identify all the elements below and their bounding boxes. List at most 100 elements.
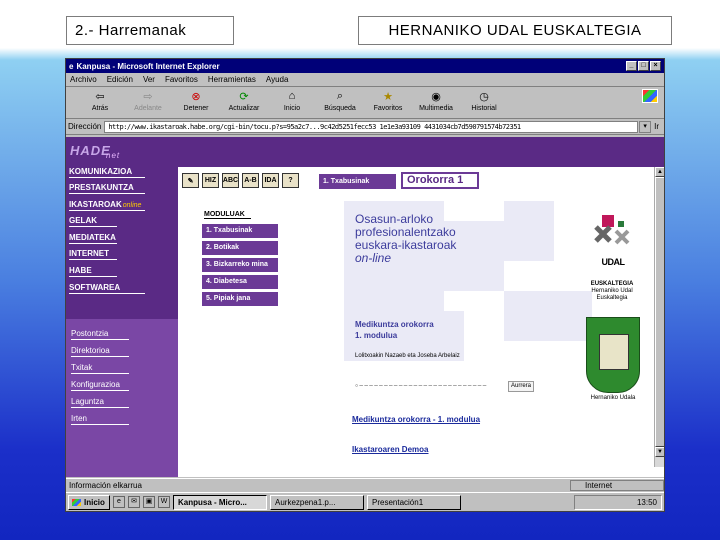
authors-text: Lolitxoakin Nazaeb eta Joseba Arbelaiz [355,353,460,359]
address-label: Dirección [68,122,102,131]
nav-prestakuntza[interactable]: PRESTAKUNTZA [69,183,145,194]
nav-ikastaroak[interactable]: IKASTAROAKonline [69,200,145,211]
habe-logo[interactable]: HADE net [70,143,119,160]
module-item[interactable]: 2. Botikak [202,241,278,255]
nav-konfigurazioa[interactable]: Konfigurazioa [71,380,129,391]
udal-subtitle: EUSKALTEGIA Hernaniko Udal Euskaltegia [590,281,634,301]
nav-internet[interactable]: INTERNET [69,249,117,260]
menu-archivo[interactable]: Archivo [70,75,97,84]
task-aurkezpena[interactable]: Aurkezpena1.p... [270,494,364,510]
page-content: HADE net KOMUNIKAZIOA PRESTAKUNTZA IKASTA… [66,137,664,477]
browser-toolbar: ⇦ Atrás ⇨ Adelante ⊗ Detener ⟳ Actualizar ⌂ I… [66,87,664,119]
module-item[interactable]: 4. Diabetesa [202,275,278,289]
minimize-icon[interactable]: _ [626,61,637,71]
stop-button[interactable]: ⊗ Detener [172,89,220,113]
stop-icon: ⊗ [191,90,201,103]
window-titlebar[interactable]: e Kanpusa - Microsoft Internet Explorer … [66,59,664,73]
module-item[interactable]: 1. Txabusinak [202,224,278,238]
word-quicklaunch-icon[interactable]: W [158,496,170,508]
pencil-icon[interactable]: ✎ [182,173,199,188]
udal-title: UDAL [601,257,626,267]
tool-ab[interactable]: A-B [242,173,259,188]
tool-hiz[interactable]: HIZ [202,173,219,188]
favorites-button[interactable]: ★ Favoritos [364,89,412,113]
menu-herramientas[interactable]: Herramientas [208,75,256,84]
media-button[interactable]: ◉ Multimedia [412,89,460,113]
zone-indicator: Internet [570,479,664,491]
vertical-scrollbar[interactable]: ▲ ▼ [654,167,664,467]
left-nav: HADE net KOMUNIKAZIOA PRESTAKUNTZA IKASTA… [66,137,178,477]
section-tab[interactable]: 1. Txabusinak [319,174,396,189]
close-icon[interactable]: × [650,61,661,71]
status-text: Información elkarrua [69,480,142,490]
maximize-icon[interactable]: □ [638,61,649,71]
clock: 13:50 [636,498,657,507]
ie-quicklaunch-icon[interactable]: e [113,496,125,508]
slide-left-title: 2.- Harremanak [66,16,234,45]
home-button[interactable]: ⌂ Inicio [268,89,316,112]
nav-lower-panel: Postontzia Direktorioa Txitak Konfiguraz… [66,319,178,477]
back-button[interactable]: ⇦ Atrás [76,89,124,113]
menu-edicion[interactable]: Edición [107,75,133,84]
browser-window: e Kanpusa - Microsoft Internet Explorer … [65,58,665,512]
task-presentacion[interactable]: Presentación1 [367,494,461,510]
back-icon: ⇦ [95,90,105,103]
nav-laguntza[interactable]: Laguntza [71,397,129,408]
scroll-up-icon[interactable]: ▲ [655,167,664,177]
windows-logo-icon [642,89,658,103]
tool-abc[interactable]: ABC [222,173,239,188]
course-module-title: Medikuntza orokorra 1. modulua [355,320,434,340]
task-kanpusa[interactable]: Kanpusa - Micro... [173,494,267,510]
progress-indicator: ○ ─ ─ ─ ─ ─ ─ ─ ─ ─ ─ ─ ─ ─ ─ ─ ─ ─ ─ ─ … [355,383,487,389]
start-button[interactable]: Inicio [68,494,110,510]
nav-txitak[interactable]: Txitak [71,363,129,374]
nav-komunikazioa[interactable]: KOMUNIKAZIOA [69,167,145,178]
nav-mediateka[interactable]: MEDIATEKA [69,233,117,244]
nav-gelak[interactable]: GELAK [69,216,117,227]
history-button[interactable]: ◷ Historial [460,89,508,113]
nav-irten[interactable]: Irten [71,414,129,425]
demo-link[interactable]: Ikastaroaren Demoa [352,445,428,454]
modules-header: MODULUAK [204,211,251,219]
online-tag: online [122,202,142,209]
section-name: Orokorra 1 [401,172,479,189]
tool-icons: ✎ HIZ ABC A-B IDA ? [182,173,302,188]
media-icon: ◉ [431,90,441,103]
window-title: Kanpusa - Microsoft Internet Explorer [76,61,220,71]
nav-postontzia[interactable]: Postontzia [71,329,129,340]
outlook-quicklaunch-icon[interactable]: ✉ [128,496,140,508]
address-input[interactable]: http://www.ikastaroak.habe.org/cgi-bin/t… [104,120,639,133]
module-item[interactable]: 5. Pipiak jana [202,292,278,306]
menu-ver[interactable]: Ver [143,75,155,84]
nav-habe[interactable]: HABE [69,266,117,277]
nav-direktorioa[interactable]: Direktorioa [71,346,129,357]
scroll-down-icon[interactable]: ▼ [655,447,664,457]
scroll-thumb[interactable] [655,177,664,447]
menu-bar: Archivo Edición Ver Favoritos Herramient… [66,73,664,87]
search-icon: ⌕ [336,89,344,102]
address-bar: Dirección http://www.ikastaroak.habe.org… [66,119,664,135]
go-button[interactable]: Ir [654,122,659,131]
module-link[interactable]: Medikuntza orokorra - 1. modulua [352,415,480,424]
module-item[interactable]: 3. Bizkarreko mina [202,258,278,272]
history-icon: ◷ [479,90,489,103]
refresh-button[interactable]: ⟳ Actualizar [220,89,268,113]
menu-ayuda[interactable]: Ayuda [266,75,289,84]
ie-icon: e [69,61,74,71]
system-tray: 13:50 [574,495,662,510]
forward-button[interactable]: ⇨ Adelante [124,89,172,113]
status-bar: Información elkarrua Internet [66,478,664,491]
slide-right-title: HERNANIKO UDAL EUSKALTEGIA [358,16,672,45]
taskbar: Inicio e ✉ ▣ W Kanpusa - Micro... Aurkez… [66,492,664,511]
menu-favoritos[interactable]: Favoritos [165,75,198,84]
help-icon[interactable]: ? [282,173,299,188]
coat-of-arms-icon [586,317,640,393]
udal-logo-icon [594,215,630,245]
address-dropdown-icon[interactable]: ▾ [639,120,652,133]
nav-softwarea[interactable]: SOFTWAREA [69,283,145,294]
home-icon: ⌂ [288,90,296,102]
next-button[interactable]: Aurrera [508,381,534,392]
desktop-quicklaunch-icon[interactable]: ▣ [143,496,155,508]
search-button[interactable]: ⌕ Búsqueda [316,89,364,113]
tool-ida[interactable]: IDA [262,173,279,188]
